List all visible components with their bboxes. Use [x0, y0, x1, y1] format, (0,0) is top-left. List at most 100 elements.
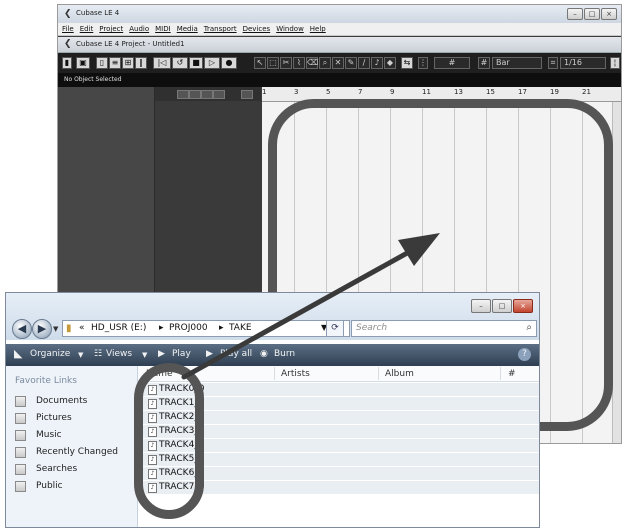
- maximize-button[interactable]: □: [492, 299, 512, 313]
- project-title: Cubase LE 4 Project - Untitled1: [76, 40, 185, 48]
- split-icon[interactable]: ✂: [280, 57, 292, 69]
- record-icon[interactable]: ●: [221, 57, 237, 69]
- address-overflow[interactable]: «: [79, 323, 85, 333]
- info-line-text: No Object Selected: [64, 76, 122, 83]
- erase-icon[interactable]: ⌫: [306, 57, 318, 69]
- grid-type-select[interactable]: Bar: [492, 57, 542, 69]
- column-divider[interactable]: [500, 367, 501, 380]
- search-box[interactable]: Search ⌕: [351, 320, 537, 337]
- search-icon[interactable]: ⌕: [526, 322, 532, 333]
- organize-icon: ◣: [14, 347, 23, 360]
- track-header-button-icon[interactable]: [241, 90, 253, 99]
- burn-button[interactable]: Burn: [274, 349, 295, 359]
- menu-help[interactable]: Help: [310, 23, 326, 35]
- ruler-tick: 11: [422, 88, 431, 96]
- searches-icon: [15, 464, 26, 475]
- address-proj[interactable]: PROJ000: [169, 323, 208, 333]
- recent-pages-chevron-icon[interactable]: ▼: [53, 325, 58, 333]
- track-header-button-icon[interactable]: [177, 90, 189, 99]
- cubase-menubar: File Edit Project Audio MIDI Media Trans…: [58, 23, 621, 36]
- track-header-button-icon[interactable]: [213, 90, 225, 99]
- forward-button[interactable]: ▶: [32, 319, 52, 339]
- address-drive[interactable]: HD_USR (E:): [91, 323, 146, 333]
- organize-button[interactable]: Organize: [30, 349, 70, 359]
- menu-audio[interactable]: Audio: [129, 23, 149, 35]
- draw-icon[interactable]: ✎: [345, 57, 357, 69]
- play-icon[interactable]: ▷: [204, 57, 220, 69]
- minimize-button[interactable]: –: [471, 299, 491, 313]
- color-tool-icon[interactable]: ◆: [384, 57, 396, 69]
- quantize-icon: ⌗: [548, 57, 558, 69]
- menu-devices[interactable]: Devices: [243, 23, 271, 35]
- goto-previous-icon[interactable]: |◁: [153, 57, 171, 69]
- color-menu-icon[interactable]: ¦: [610, 57, 620, 69]
- range-selection-icon[interactable]: ⬚: [267, 57, 279, 69]
- nav-item-label: Recently Changed: [36, 447, 118, 457]
- address-take[interactable]: TAKE: [229, 323, 252, 333]
- quantize-select[interactable]: 1/16: [560, 57, 606, 69]
- navigation-pane: Favorite Links Documents Pictures Music …: [6, 366, 138, 527]
- close-button[interactable]: ×: [513, 299, 533, 313]
- ruler-tick: 9: [390, 88, 395, 96]
- maximize-button[interactable]: □: [584, 8, 600, 20]
- menu-file[interactable]: File: [62, 23, 74, 35]
- address-bar[interactable]: ▮ « HD_USR (E:) ▸ PROJ000 ▸ TAKE ▼: [62, 320, 350, 337]
- close-button[interactable]: ×: [601, 8, 617, 20]
- column-album[interactable]: Album: [385, 369, 414, 379]
- nav-item-label: Documents: [36, 396, 88, 406]
- recently-changed-icon: [15, 447, 26, 458]
- line-icon[interactable]: ∕: [358, 57, 370, 69]
- object-selection-icon[interactable]: ↖: [254, 57, 266, 69]
- stop-icon[interactable]: ■: [189, 57, 203, 69]
- menu-project[interactable]: Project: [99, 23, 123, 35]
- track-list-header: [155, 87, 261, 101]
- track-header-button-icon[interactable]: [189, 90, 201, 99]
- refresh-button[interactable]: ⟳: [326, 320, 344, 337]
- column-divider[interactable]: [274, 367, 275, 380]
- glue-icon[interactable]: ⌇: [293, 57, 305, 69]
- play-all-button[interactable]: Play all: [220, 349, 252, 359]
- command-bar: ◣ Organize ▼ ☷ Views ▼ ▶ Play ▶ Play all…: [6, 344, 539, 366]
- project-logo-icon: ❮: [64, 39, 72, 49]
- play-tool-icon[interactable]: ♪: [371, 57, 383, 69]
- ruler-tick: 17: [518, 88, 527, 96]
- mute-icon[interactable]: ✕: [332, 57, 344, 69]
- minimize-button[interactable]: –: [567, 8, 583, 20]
- cubase-title: Cubase LE 4: [76, 9, 120, 17]
- column-artists[interactable]: Artists: [281, 369, 310, 379]
- views-dropdown-icon[interactable]: ▼: [142, 351, 147, 359]
- search-placeholder: Search: [356, 323, 388, 333]
- menu-transport[interactable]: Transport: [204, 23, 237, 35]
- constrain-delay-icon[interactable]: ▣: [76, 57, 90, 69]
- cubase-titlebar: ❮ Cubase LE 4 – □ ×: [58, 5, 621, 23]
- column-divider[interactable]: [378, 367, 379, 380]
- menu-media[interactable]: Media: [177, 23, 198, 35]
- views-button[interactable]: Views: [106, 349, 132, 359]
- show-infoline-icon[interactable]: ≡: [109, 57, 121, 69]
- organize-dropdown-icon[interactable]: ▼: [78, 351, 83, 359]
- play-all-icon: ▶: [206, 349, 213, 359]
- vertical-scrollbar[interactable]: [612, 102, 621, 443]
- back-button[interactable]: ◀: [12, 319, 32, 339]
- project-toolbar: ▮ ▣ ▯ ≡ ⊞ ‖ |◁ ↺ ■ ▷ ● ↖ ⬚ ✂ ⌇ ⌫ ⌕ ✕ ✎ ∕…: [58, 53, 621, 73]
- explorer-window: – □ × ◀ ▶ ▼ ▮ « HD_USR (E:) ▸ PROJ000 ▸ …: [5, 292, 540, 528]
- show-overview-icon[interactable]: ⊞: [122, 57, 134, 69]
- menu-midi[interactable]: MIDI: [155, 23, 171, 35]
- column-number[interactable]: #: [508, 369, 516, 379]
- help-icon[interactable]: ?: [518, 348, 531, 361]
- ruler-tick: 21: [582, 88, 591, 96]
- track-header-button-icon[interactable]: [201, 90, 213, 99]
- activate-project-icon[interactable]: ▮: [62, 57, 72, 69]
- zoom-icon[interactable]: ⌕: [319, 57, 331, 69]
- show-inspector-icon[interactable]: ▯: [96, 57, 108, 69]
- snap-icon[interactable]: ⋮: [418, 57, 428, 69]
- menu-window[interactable]: Window: [276, 23, 304, 35]
- menu-edit[interactable]: Edit: [80, 23, 94, 35]
- cycle-icon[interactable]: ↺: [172, 57, 188, 69]
- show-mixer-icon[interactable]: ‖: [135, 57, 147, 69]
- ruler-tick: 3: [294, 88, 299, 96]
- snap-type-select[interactable]: #: [434, 57, 470, 69]
- autoscroll-icon[interactable]: ⇆: [401, 57, 413, 69]
- nav-item-label: Public: [36, 481, 63, 491]
- play-button[interactable]: Play: [172, 349, 191, 359]
